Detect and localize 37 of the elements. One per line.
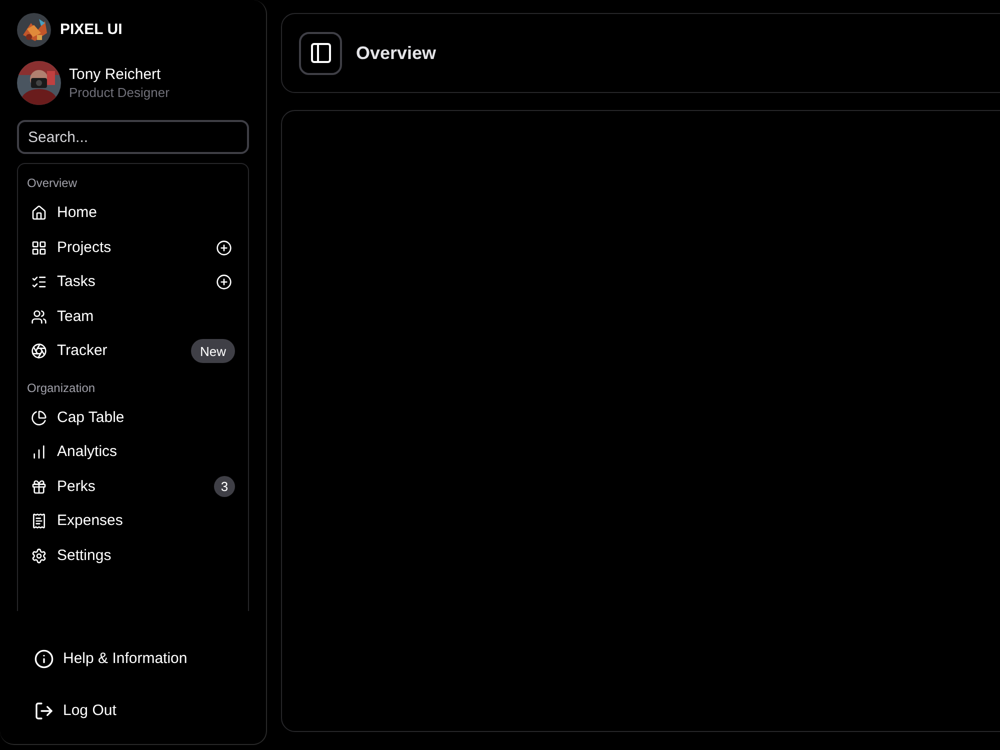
nav-item[interactable]: Team <box>27 300 239 334</box>
footer-link[interactable]: Log Out <box>34 688 232 734</box>
section-heading: Organization <box>27 380 96 396</box>
nav-item[interactable]: Settings <box>27 538 239 573</box>
bar-chart-icon <box>31 444 47 460</box>
count-badge: 3 <box>214 476 235 498</box>
people-icon <box>31 308 47 325</box>
settings-icon <box>31 548 47 564</box>
user-role: Product Designer <box>69 84 170 101</box>
page-title: Overview <box>356 42 436 64</box>
checklist-icon <box>31 274 47 290</box>
brand-name: PIXEL UI <box>60 20 122 40</box>
add-icon[interactable] <box>216 240 232 256</box>
nav-item[interactable]: Expenses <box>27 504 239 538</box>
search-field[interactable]: Search... <box>17 120 249 154</box>
pie-chart-icon <box>31 410 47 426</box>
nav-item[interactable]: Tracker New <box>27 334 239 368</box>
add-icon[interactable] <box>216 274 232 290</box>
info-icon <box>34 649 54 669</box>
house-icon <box>31 205 47 222</box>
panel-icon <box>308 41 332 65</box>
nav-item[interactable]: Analytics <box>27 435 239 470</box>
nav-item[interactable]: Home <box>27 196 239 230</box>
receipt-icon <box>31 513 47 530</box>
grid-icon <box>31 240 47 256</box>
logout-icon <box>34 701 54 721</box>
aperture-icon <box>31 343 47 360</box>
sidebar-toggle-button[interactable] <box>299 32 342 74</box>
section-heading: Overview <box>27 175 78 192</box>
nav-item[interactable]: Tasks <box>27 265 239 300</box>
gift-icon <box>31 478 47 495</box>
footer-link[interactable]: Help & Information <box>34 636 232 682</box>
nav-item[interactable]: Projects <box>27 230 239 265</box>
nav-item[interactable]: Cap Table <box>27 400 239 435</box>
nav-item[interactable]: Perks 3 <box>27 470 239 504</box>
new-badge: New <box>190 339 235 364</box>
user-name: Tony Reichert <box>69 65 162 84</box>
